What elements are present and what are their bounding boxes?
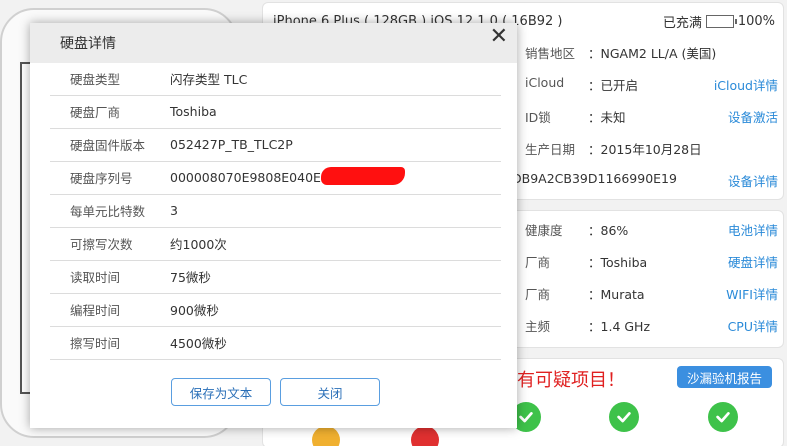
info-label-production-date: 生产日期 <box>525 142 576 157</box>
table-row: 硬盘厂商 Toshiba <box>50 95 501 129</box>
serial-wrap: 000008070E9808E040E04 <box>170 167 405 185</box>
info-value-sales-region: ：NGAM2 LL/A (美国) <box>588 43 716 62</box>
table-row: 硬盘固件版本 052427P_TB_TLC2P <box>50 128 501 162</box>
info-label-frequency: 主频 <box>525 319 551 334</box>
info-label-sales-region: 销售地区 <box>525 46 576 61</box>
table-row: 擦写时间 4500微秒 <box>50 326 501 360</box>
info-value-text: 86% <box>600 223 629 238</box>
save-as-text-button[interactable]: 保存为文本 <box>171 378 271 406</box>
row-value: 000008070E9808E040E04 <box>170 161 501 195</box>
info-value-production-date: ：2015年10月28日 <box>588 139 702 158</box>
info-value-disk-vendor: ：Toshiba <box>588 252 647 271</box>
info-value-frequency: ：1.4 GHz <box>588 316 650 335</box>
wifi-detail-link[interactable]: WIFI详情 <box>726 284 778 303</box>
battery-indicator: 已充满 100% <box>663 12 775 31</box>
separator: ： <box>588 255 601 270</box>
row-value: 3 <box>170 194 501 228</box>
info-value-text: 已开启 <box>600 78 639 93</box>
table-row: 硬盘类型 闪存类型 TLC <box>50 62 501 96</box>
table-row: 每单元比特数 3 <box>50 194 501 228</box>
status-error-icon <box>411 426 439 446</box>
row-value: 75微秒 <box>170 260 501 294</box>
info-label-icloud: iCloud <box>525 75 565 90</box>
row-key: 编程时间 <box>50 293 170 327</box>
row-key: 硬盘固件版本 <box>50 128 170 162</box>
row-key: 擦写时间 <box>50 326 170 360</box>
info-value-text: 1.4 GHz <box>600 319 651 334</box>
row-key: 可擦写次数 <box>50 227 170 261</box>
info-value-icloud: ：已开启 <box>588 75 638 94</box>
dialog-header: 硬盘详情 ✕ <box>30 23 517 63</box>
check-pass-icon <box>708 402 738 432</box>
info-label-health: 健康度 <box>525 223 563 238</box>
row-value: 052427P_TB_TLC2P <box>170 128 501 162</box>
separator: ： <box>588 142 601 157</box>
separator: ： <box>588 78 601 93</box>
battery-icon <box>705 14 737 28</box>
close-button[interactable]: 关闭 <box>280 378 380 406</box>
row-key: 硬盘类型 <box>50 62 170 96</box>
row-value: 4500微秒 <box>170 326 501 360</box>
close-icon[interactable]: ✕ <box>490 26 508 48</box>
info-value-text: Murata <box>600 287 645 302</box>
separator: ： <box>588 46 601 61</box>
info-value-text: NGAM2 LL/A (美国) <box>600 46 717 61</box>
table-row: 编程时间 900微秒 <box>50 293 501 327</box>
status-warning-icon <box>312 426 340 446</box>
info-value-wifi-vendor: ：Murata <box>588 284 645 303</box>
info-value-health: ：86% <box>588 220 628 239</box>
icloud-detail-link[interactable]: iCloud详情 <box>714 75 778 94</box>
battery-level: 100% <box>737 13 775 29</box>
disk-detail-dialog: 硬盘详情 ✕ 硬盘类型 闪存类型 TLC 硬盘厂商 Toshiba 硬盘固件版本… <box>30 23 517 428</box>
info-value-text: Toshiba <box>600 255 648 270</box>
info-value-serial: DB9A2CB39D1166990E19 <box>512 171 677 186</box>
info-label-id-lock: ID锁 <box>525 110 551 125</box>
disk-detail-link[interactable]: 硬盘详情 <box>728 252 778 271</box>
info-label-wifi-vendor: 厂商 <box>525 287 551 302</box>
separator: ： <box>588 110 601 125</box>
suspicious-warning: 有可疑项目！ <box>517 370 625 391</box>
separator: ： <box>588 287 601 302</box>
row-value: 900微秒 <box>170 293 501 327</box>
battery-status: 已充满 <box>662 15 702 31</box>
cpu-detail-link[interactable]: CPU详情 <box>728 316 778 335</box>
row-value: 闪存类型 TLC <box>170 62 501 96</box>
device-detail-link[interactable]: 设备详情 <box>728 171 778 190</box>
separator: ： <box>588 319 601 334</box>
info-value-text: 未知 <box>600 110 626 125</box>
dialog-title: 硬盘详情 <box>60 36 116 52</box>
disk-detail-table: 硬盘类型 闪存类型 TLC 硬盘厂商 Toshiba 硬盘固件版本 052427… <box>50 62 501 360</box>
serial-number: 000008070E9808E040E04 <box>170 170 337 185</box>
table-row: 读取时间 75微秒 <box>50 260 501 294</box>
battery-detail-link[interactable]: 电池详情 <box>728 220 778 239</box>
info-value-id-lock: ：未知 <box>588 107 626 126</box>
check-pass-icon <box>609 402 639 432</box>
row-key: 硬盘序列号 <box>50 161 170 195</box>
table-row: 可擦写次数 约1000次 <box>50 227 501 261</box>
device-activation-link[interactable]: 设备激活 <box>728 107 778 126</box>
row-key: 每单元比特数 <box>50 194 170 228</box>
report-button[interactable]: 沙漏验机报告 <box>677 366 773 388</box>
row-value: 约1000次 <box>170 227 501 261</box>
info-label-disk-vendor: 厂商 <box>525 255 551 270</box>
redaction-mark <box>321 167 405 185</box>
info-value-text: 2015年10月28日 <box>600 142 702 157</box>
separator: ： <box>588 223 601 238</box>
row-key: 读取时间 <box>50 260 170 294</box>
row-value: Toshiba <box>170 95 501 129</box>
row-key: 硬盘厂商 <box>50 95 170 129</box>
table-row: 硬盘序列号 000008070E9808E040E04 <box>50 161 501 195</box>
